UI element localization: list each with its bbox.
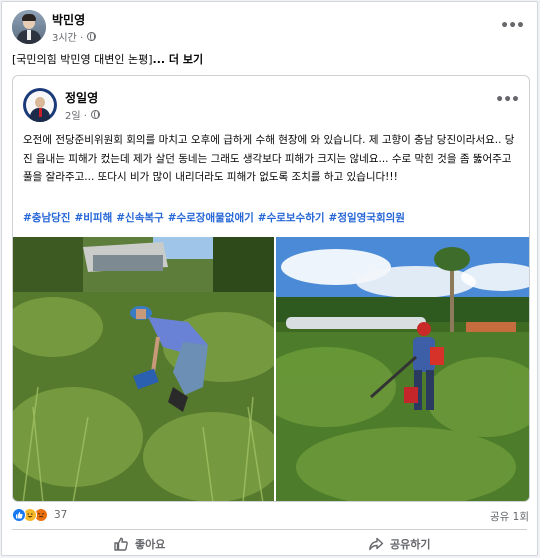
globe-icon: [87, 32, 97, 41]
reaction-count[interactable]: 37: [54, 509, 67, 521]
photo-weeding[interactable]: [13, 237, 274, 501]
hashtag[interactable]: #비피해: [74, 212, 112, 224]
share-label: 공유하기: [390, 538, 431, 551]
shared-more-options-icon[interactable]: •••: [495, 92, 520, 108]
shared-post-meta: 2일 ·: [65, 107, 100, 122]
photo-grid: [13, 237, 529, 501]
shared-author-name[interactable]: 정일영: [65, 89, 98, 106]
post-meta: 3시간 ·: [52, 29, 97, 44]
author-avatar[interactable]: [12, 10, 46, 44]
post-time[interactable]: 3시간 ·: [52, 29, 83, 44]
reaction-summary[interactable]: 37: [12, 508, 67, 522]
feed-post-card: 박민영 3시간 · ••• [국민의힘 박민영 대변인 논평]... 더 보기 …: [1, 1, 538, 556]
hashtag[interactable]: #신속복구: [116, 212, 163, 224]
shared-post-time[interactable]: 2일 ·: [65, 107, 87, 122]
hashtag-list: #충남당진 #비피해 #신속복구 #수로장애물없애기 #수로보수하기 #정일영국회의원: [23, 210, 523, 225]
share-count[interactable]: 공유 1회: [490, 509, 529, 524]
like-button[interactable]: 좋아요: [113, 536, 165, 552]
hashtag[interactable]: #수로보수하기: [258, 212, 325, 224]
shared-post[interactable]: 정일영 2일 · ••• 오전에 전당준비위원회 회의를 마치고 오후에 급하게…: [12, 75, 530, 502]
shared-post-body: 오전에 전당준비위원회 회의를 마치고 오후에 급하게 수해 현장에 와 있습니…: [23, 134, 515, 183]
shared-author-avatar[interactable]: [23, 88, 57, 122]
globe-icon: [90, 110, 100, 119]
thumbs-up-icon: [114, 537, 128, 551]
hashtag[interactable]: #충남당진: [23, 212, 70, 224]
post-header: 박민영 3시간 · •••: [12, 10, 532, 46]
post-text: [국민의힘 박민영 대변인 논평]... 더 보기: [12, 51, 203, 67]
more-options-icon[interactable]: •••: [500, 18, 525, 34]
like-label: 좋아요: [135, 538, 166, 551]
post-text-content: [국민의힘 박민영 대변인 논평]: [12, 53, 153, 66]
share-arrow-icon: [369, 537, 384, 551]
footer-divider: [12, 529, 527, 530]
see-more-link[interactable]: ... 더 보기: [153, 53, 204, 66]
like-reaction-icon: [12, 508, 26, 522]
share-button[interactable]: 공유하기: [368, 536, 430, 552]
author-name[interactable]: 박민영: [52, 11, 85, 28]
hashtag[interactable]: #정일영국회의원: [329, 212, 405, 224]
hashtag[interactable]: #수로장애물없애기: [168, 212, 254, 224]
photo-brush-cutting[interactable]: [276, 237, 529, 501]
